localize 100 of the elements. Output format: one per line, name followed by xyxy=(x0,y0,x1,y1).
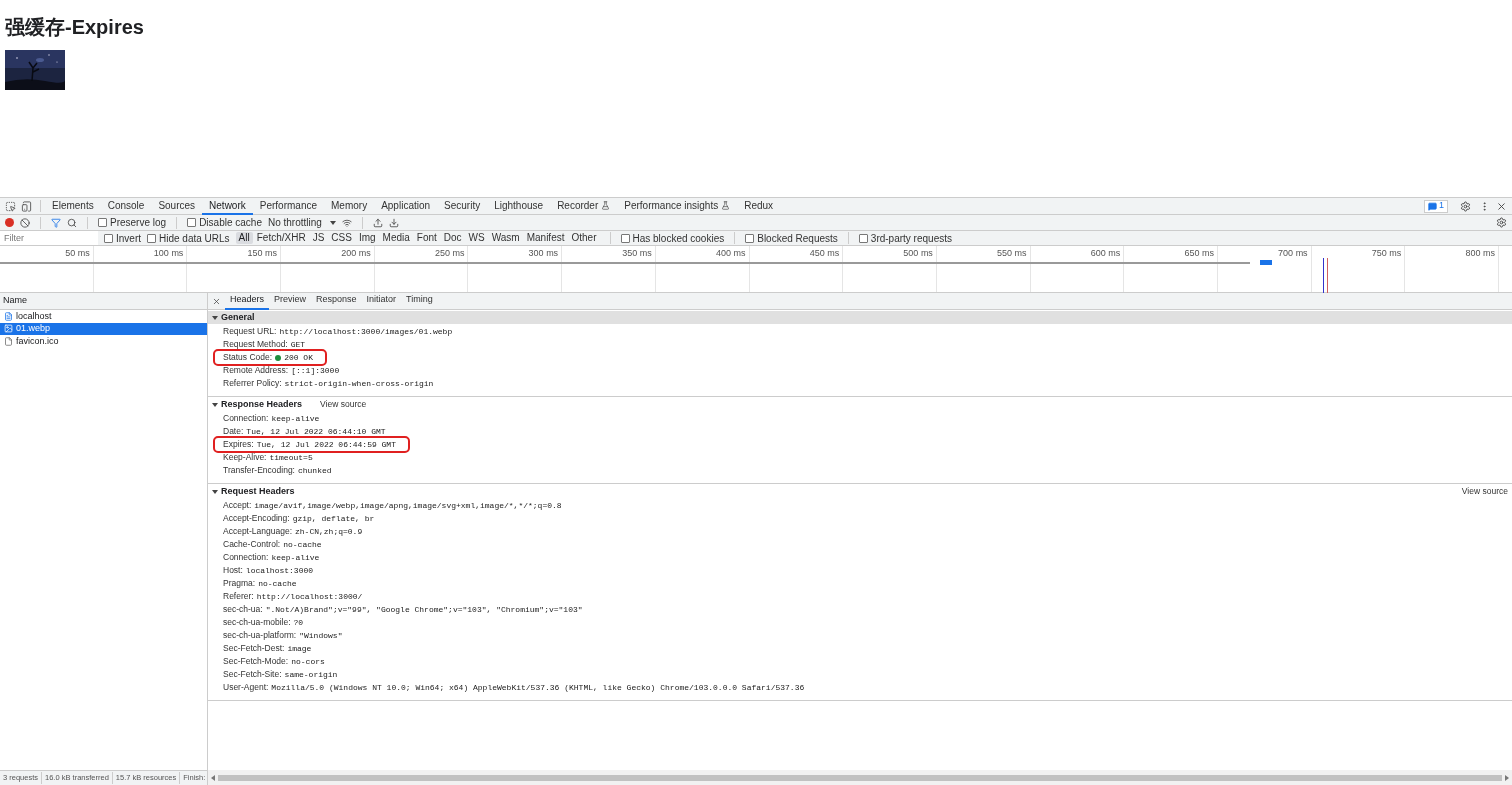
checkbox[interactable]: Invert xyxy=(104,230,141,246)
load-line xyxy=(1327,258,1328,293)
type-filter[interactable]: Doc xyxy=(440,232,465,244)
checkbox[interactable]: Has blocked cookies xyxy=(620,230,725,246)
record-icon[interactable] xyxy=(5,218,14,227)
type-filter[interactable]: All xyxy=(235,232,253,244)
detail-tab[interactable]: Preview xyxy=(269,292,312,310)
expanded-triangle-icon[interactable] xyxy=(212,488,218,495)
type-filter[interactable]: JS xyxy=(309,232,328,244)
checkbox[interactable]: Hide data URLs xyxy=(147,230,230,246)
filter-field[interactable]: Filter xyxy=(0,231,98,245)
header-value: timeout=5 xyxy=(269,451,313,464)
panel-tab[interactable]: Recorder xyxy=(550,197,618,215)
checkbox[interactable]: Preserve log xyxy=(98,215,167,230)
issues-badge[interactable]: 1 xyxy=(1424,199,1448,213)
header-name: Date: xyxy=(223,425,244,438)
import-icon[interactable] xyxy=(372,217,383,228)
section-header[interactable]: General xyxy=(208,311,1512,324)
detail-tab[interactable]: Headers xyxy=(225,292,270,310)
panel-tab[interactable]: Application xyxy=(374,197,438,215)
panel-tab[interactable]: Elements xyxy=(45,197,101,215)
detail-tab[interactable]: Response xyxy=(311,292,362,310)
column-header[interactable]: Name xyxy=(0,293,207,310)
export-icon[interactable] xyxy=(388,217,399,228)
panel-tab[interactable]: Sources xyxy=(151,197,203,215)
header-name: sec-ch-ua-mobile: xyxy=(223,616,291,629)
section-title[interactable]: General xyxy=(221,310,255,325)
checkbox[interactable]: Blocked Requests xyxy=(745,230,838,246)
type-filter[interactable]: Other xyxy=(568,232,600,244)
type-filter[interactable]: CSS xyxy=(328,232,355,244)
network-conditions-icon[interactable] xyxy=(341,217,352,228)
header-value: Mozilla/5.0 (Windows NT 10.0; Win64; x64) AppleWebKit/537.36 (KHTML, like Gecko) Chrome/103.0.0.0 Safari/537.36 xyxy=(271,681,805,694)
panel-tab[interactable]: Console xyxy=(100,197,152,215)
header-name: Connection: xyxy=(223,412,269,425)
type-filter[interactable]: Fetch/XHR xyxy=(253,232,309,244)
scroll-right-icon[interactable] xyxy=(1505,774,1509,781)
header-value: Tue, 12 Jul 2022 06:44:10 GMT xyxy=(246,425,386,438)
search-icon[interactable] xyxy=(67,217,77,228)
header-value: http://localhost:3000/ xyxy=(256,590,363,603)
document-icon xyxy=(4,311,13,321)
time-tick: 300 ms xyxy=(528,247,560,260)
panel-tab[interactable]: Redux xyxy=(737,197,781,215)
type-filter[interactable]: WS xyxy=(465,232,488,244)
header-name: Expires: xyxy=(223,438,254,451)
detail-tab[interactable]: Initiator xyxy=(361,292,402,310)
throttling-dropdown[interactable]: No throttling xyxy=(267,215,336,230)
section-title[interactable]: Request Headers xyxy=(221,484,295,499)
header-name: Accept-Encoding: xyxy=(223,512,290,525)
header-value: Tue, 12 Jul 2022 06:44:59 GMT xyxy=(256,438,396,451)
header-value: keep-alive xyxy=(271,551,320,564)
type-filter[interactable]: Font xyxy=(413,232,440,244)
header-name: Pragma: xyxy=(223,577,256,590)
clear-icon[interactable] xyxy=(20,217,30,228)
header-name: sec-ch-ua: xyxy=(223,603,263,616)
scroll-left-icon[interactable] xyxy=(211,774,215,781)
section-title[interactable]: Response Headers xyxy=(221,397,303,412)
close-icon[interactable] xyxy=(212,296,221,306)
panel-tab[interactable]: Performance xyxy=(252,197,324,215)
header-name: Connection: xyxy=(223,551,269,564)
header-value: [::1]:3000 xyxy=(291,364,340,377)
header-name: User-Agent: xyxy=(223,681,269,694)
expanded-triangle-icon[interactable] xyxy=(212,401,218,408)
flask-icon xyxy=(721,200,731,210)
panel-tab[interactable]: Security xyxy=(437,197,488,215)
panel-tab[interactable]: Memory xyxy=(324,197,375,215)
header-value: 200 OK xyxy=(284,351,313,364)
header-name: Host: xyxy=(223,564,243,577)
checkbox[interactable]: Disable cache xyxy=(187,215,262,230)
time-tick: 700 ms xyxy=(1278,247,1309,260)
type-filter[interactable]: Manifest xyxy=(523,232,568,244)
time-tick: 450 ms xyxy=(809,247,841,260)
panel-tab[interactable]: Lighthouse xyxy=(487,197,551,215)
header-value: chunked xyxy=(297,464,332,477)
header-value: image/avif,image/webp,image/apng,image/svg+xml,image/*,*/*;q=0.8 xyxy=(254,499,562,512)
image-icon xyxy=(4,324,13,334)
settings-icon[interactable] xyxy=(1460,200,1471,212)
header-name: Sec-Fetch-Dest: xyxy=(223,642,285,655)
header-name: Sec-Fetch-Mode: xyxy=(223,655,289,668)
type-filter[interactable]: Media xyxy=(379,232,413,244)
panel-tab[interactable]: Performance insights xyxy=(617,197,738,215)
inspect-icon[interactable] xyxy=(5,200,16,212)
horizontal-scrollbar[interactable] xyxy=(208,770,1512,785)
expanded-triangle-icon[interactable] xyxy=(212,314,218,321)
header-value: zh-CN,zh;q=0.9 xyxy=(295,525,363,538)
type-filter[interactable]: Wasm xyxy=(488,232,523,244)
header-value: no-cache xyxy=(283,538,322,551)
checkbox[interactable]: 3rd-party requests xyxy=(858,230,952,246)
close-icon[interactable] xyxy=(1496,200,1507,212)
device-icon[interactable] xyxy=(21,200,32,212)
header-name: Remote Address: xyxy=(223,364,289,377)
type-filter[interactable]: Img xyxy=(355,232,379,244)
header-value: http://localhost:3000/images/01.webp xyxy=(279,325,453,338)
detail-tab[interactable]: Timing xyxy=(401,292,438,310)
file-icon xyxy=(4,336,13,346)
filter-icon[interactable] xyxy=(51,217,61,228)
waterfall-bar xyxy=(1260,260,1272,265)
settings-icon[interactable] xyxy=(1496,217,1507,228)
time-tick: 550 ms xyxy=(997,247,1028,260)
view-source-link[interactable]: View source xyxy=(1461,485,1508,498)
view-source-link[interactable]: View source xyxy=(320,398,367,411)
